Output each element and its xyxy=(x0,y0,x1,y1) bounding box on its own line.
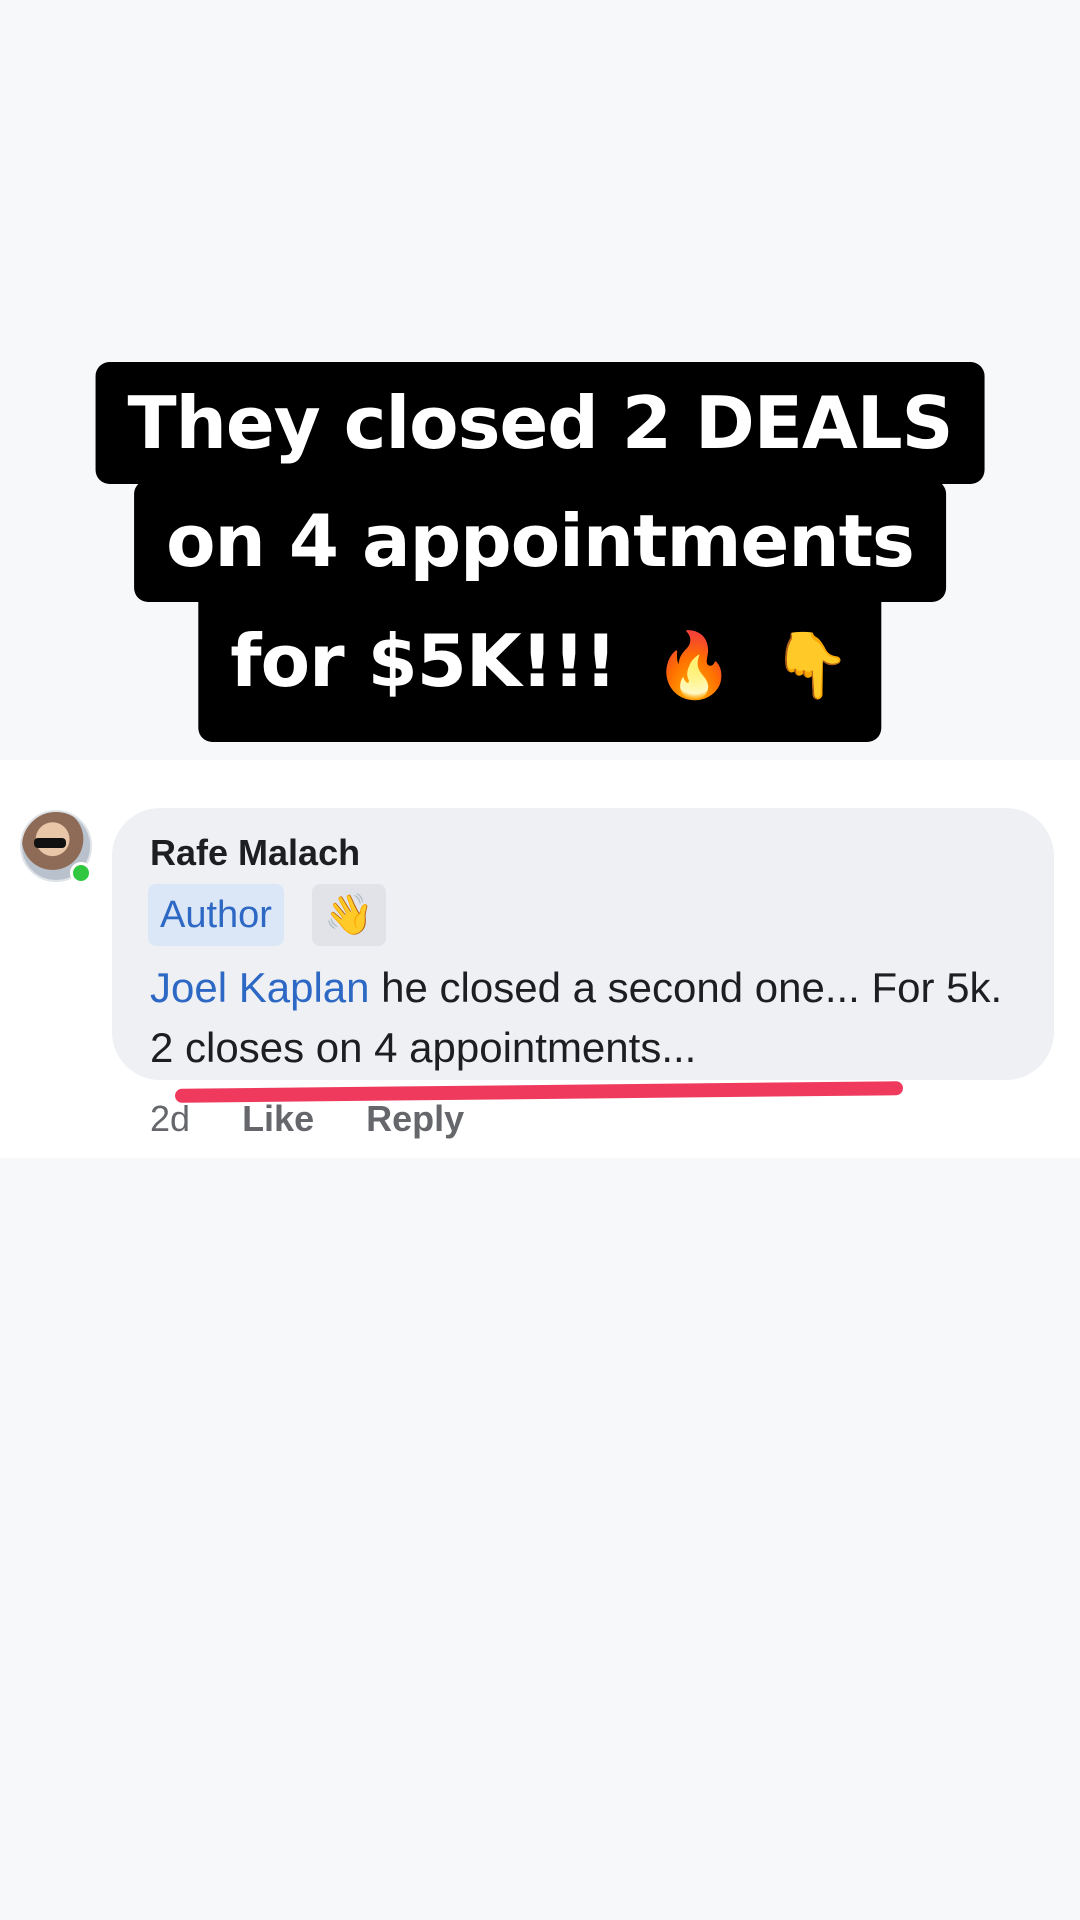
caption-line-2: on 4 appointments xyxy=(134,480,946,602)
caption-line-3: for $5K!!! 🔥 👇 xyxy=(198,600,882,742)
highlight-underline xyxy=(174,1081,904,1103)
caption-text-2: on 4 appointments xyxy=(166,499,915,583)
comment-author[interactable]: Rafe Malach xyxy=(150,832,360,874)
sunglasses-shape xyxy=(34,838,66,848)
waving-hand-icon: 👋 xyxy=(324,893,374,937)
comment-screenshot: Rafe Malach Author 👋 Joel Kaplan he clos… xyxy=(0,760,1080,1158)
caption-text-3: for $5K!!! xyxy=(230,619,617,703)
reply-button[interactable]: Reply xyxy=(366,1098,464,1139)
caption-text-1: They closed 2 DEALS xyxy=(127,381,954,465)
mention-link[interactable]: Joel Kaplan xyxy=(150,964,370,1011)
waving-hand-badge: 👋 xyxy=(312,884,386,946)
comment-text: Joel Kaplan he closed a second one... Fo… xyxy=(150,958,1030,1078)
pointing-down-icon: 👇 xyxy=(771,629,851,704)
story-page: They closed 2 DEALS on 4 appointments fo… xyxy=(0,0,1080,1920)
comment-time: 2d xyxy=(150,1098,191,1139)
comment-bubble: Rafe Malach Author 👋 Joel Kaplan he clos… xyxy=(112,808,1054,1080)
online-status-dot xyxy=(70,862,92,884)
caption-line-1: They closed 2 DEALS xyxy=(95,362,985,484)
comment-actions: 2d Like Reply xyxy=(150,1098,506,1140)
like-button[interactable]: Like xyxy=(242,1098,314,1139)
fire-icon: 🔥 xyxy=(654,629,734,704)
author-badge: Author xyxy=(148,884,284,946)
